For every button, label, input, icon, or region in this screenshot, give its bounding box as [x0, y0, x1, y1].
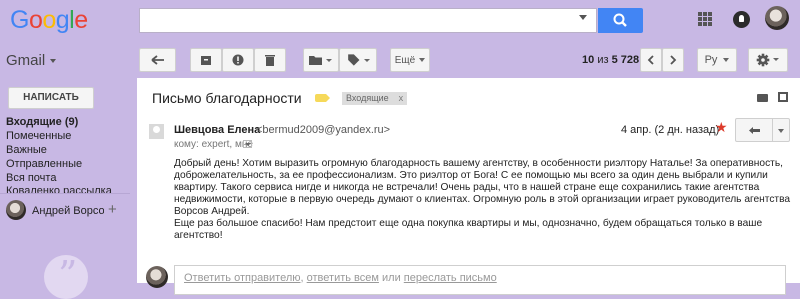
sidebar-item-important[interactable]: Важные	[6, 144, 47, 156]
sidebar-item-all-mail[interactable]: Вся почта	[6, 172, 56, 184]
gmail-menu-label[interactable]: Gmail	[6, 52, 45, 69]
gear-icon	[756, 53, 779, 67]
logo-letter-g2: g	[55, 6, 70, 34]
search-input[interactable]	[139, 8, 597, 33]
move-to-button[interactable]	[303, 48, 339, 72]
reply-link[interactable]: Ответить отправителю	[184, 272, 301, 284]
apps-icon[interactable]	[698, 12, 712, 26]
reply-prompt: Ответить отправителю, ответить всем или …	[184, 272, 497, 284]
hangouts-icon[interactable]	[44, 253, 88, 299]
settings-button[interactable]	[748, 48, 788, 72]
label-tag-icon	[348, 54, 370, 66]
recipients-line: кому: expert, мне	[174, 139, 253, 150]
logo-letter-e: e	[74, 6, 88, 34]
chevron-left-icon	[647, 55, 654, 65]
message-date: 4 апр. (2 дн. назад)	[621, 124, 720, 136]
logo-letter-g1: G	[10, 6, 29, 34]
reply-all-link[interactable]: ответить всем	[307, 272, 379, 284]
folder-icon	[309, 56, 332, 65]
counter-total: 5 728	[611, 54, 640, 66]
message-body: Добрый день! Хотим выразить огромную бла…	[174, 158, 791, 242]
body-line: квартиру. Такого сервиса нигде и никогда…	[174, 182, 760, 193]
back-button[interactable]	[139, 48, 176, 72]
important-marker-icon[interactable]	[315, 94, 330, 102]
account-avatar[interactable]	[765, 6, 789, 30]
add-contact-icon[interactable]: +	[108, 201, 117, 218]
archive-button[interactable]	[190, 48, 222, 72]
sidebar-item-sent[interactable]: Отправленные	[6, 158, 82, 170]
reply-or-text: или	[382, 272, 401, 284]
message-more-button[interactable]	[772, 118, 790, 142]
input-language-button[interactable]: Ру	[697, 48, 737, 72]
older-button[interactable]	[662, 48, 684, 72]
forward-link[interactable]: переслать письмо	[404, 272, 497, 284]
more-actions-label: Ещё	[394, 54, 416, 66]
print-icon[interactable]	[757, 94, 768, 102]
sender-avatar	[149, 124, 164, 139]
archive-icon	[201, 56, 211, 65]
logo-letter-o1: o	[28, 6, 43, 34]
inbox-label-text: Входящие	[346, 93, 389, 103]
counter-of: из	[597, 54, 609, 66]
report-spam-button[interactable]	[222, 48, 254, 72]
delete-button[interactable]	[254, 48, 286, 72]
more-actions-button[interactable]: Ещё	[390, 48, 430, 72]
input-language-label: Ру	[704, 54, 718, 66]
chevron-down-icon	[419, 58, 426, 62]
contact-avatar[interactable]	[6, 200, 26, 220]
reply-icon	[748, 127, 760, 134]
compose-button[interactable]: НАПИСАТЬ	[8, 87, 94, 109]
body-line: Еще раз большое спасибо! Нам предстоит е…	[174, 218, 763, 229]
sender-email: <bermud2009@yandex.ru>	[256, 124, 391, 136]
message-counter: 10 из 5 728	[582, 54, 639, 66]
newer-button[interactable]	[640, 48, 662, 72]
search-icon	[613, 13, 627, 27]
body-line: недвижимости, которые в первую очередь д…	[174, 194, 791, 205]
new-window-icon[interactable]	[778, 92, 788, 102]
search-button[interactable]	[598, 8, 643, 33]
counter-range: 10	[582, 54, 595, 66]
google-logo[interactable]: Google	[10, 6, 88, 35]
sender-name[interactable]: Шевцова Елена	[174, 124, 260, 136]
body-line: Ворсов Андрей.	[174, 206, 250, 217]
chevron-down-icon	[723, 58, 730, 62]
search-options-caret-icon[interactable]	[579, 15, 587, 20]
trash-icon	[265, 55, 275, 66]
body-line: доброжелательность, за ее профессионализ…	[174, 170, 768, 181]
inbox-label-chip[interactable]: Входящие x	[342, 92, 408, 105]
sidebar-divider	[0, 193, 130, 194]
reply-button[interactable]	[735, 118, 773, 142]
star-icon[interactable]: ★	[715, 119, 728, 136]
sidebar-item-starred[interactable]: Помеченные	[6, 130, 71, 142]
body-line: агентство!	[174, 230, 223, 241]
notifications-icon[interactable]	[733, 11, 750, 28]
sidebar-item-inbox[interactable]: Входящие (9)	[6, 116, 78, 128]
body-line: Добрый день! Хотим выразить огромную бла…	[174, 158, 783, 169]
labels-button[interactable]	[339, 48, 377, 72]
my-avatar	[146, 266, 168, 288]
back-arrow-icon	[150, 55, 164, 65]
thread-subject: Письмо благодарности	[152, 90, 302, 106]
gmail-chevron-down-icon[interactable]	[50, 59, 56, 63]
report-spam-icon	[232, 54, 244, 66]
contact-name[interactable]: Андрей Ворсов	[32, 205, 104, 217]
chevron-right-icon	[670, 55, 677, 65]
remove-label-icon[interactable]: x	[399, 93, 404, 103]
reply-separator: ,	[300, 272, 304, 284]
show-details-chevron-icon[interactable]	[243, 140, 252, 148]
logo-letter-o2: o	[42, 6, 56, 34]
